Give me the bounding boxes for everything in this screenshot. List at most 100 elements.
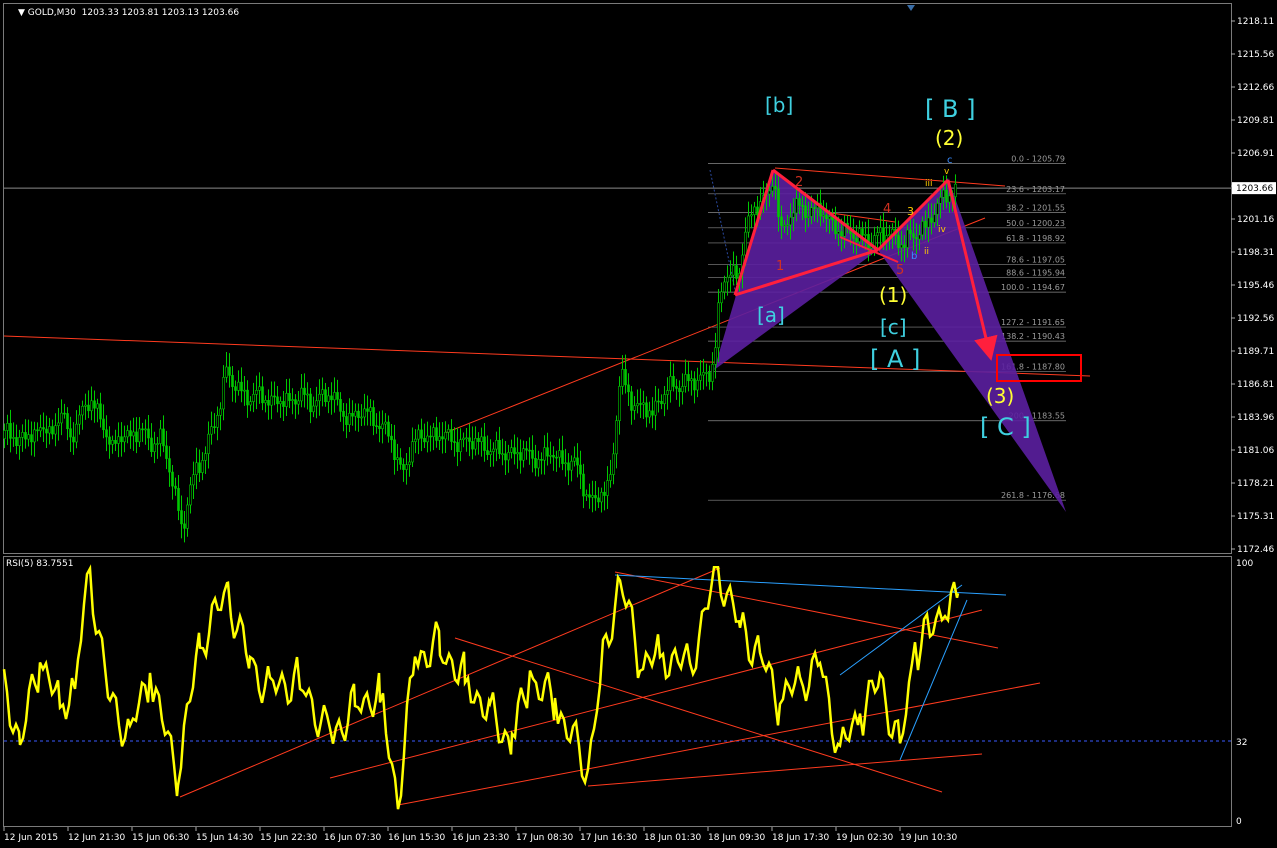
candle-body <box>63 412 66 415</box>
candle-body <box>255 390 258 395</box>
candle-body <box>216 415 219 428</box>
candle-body <box>87 404 90 412</box>
candle-body <box>147 428 150 439</box>
candle-body <box>921 221 924 236</box>
price-axis: 1218.11 1215.56 1212.66 1209.81 1206.91 1203.… <box>1231 17 1274 555</box>
candle-body <box>138 428 141 443</box>
candle-body <box>702 372 705 376</box>
candle-body <box>345 416 348 425</box>
candle-body <box>807 216 810 218</box>
candle-body <box>357 410 360 418</box>
candle-body <box>165 445 168 459</box>
candle-body <box>549 455 552 457</box>
candle-body <box>663 394 666 405</box>
candle-body <box>33 429 36 443</box>
candle-body <box>348 412 351 425</box>
candle-body <box>942 189 945 198</box>
candle-body <box>135 431 138 443</box>
time-tick-label: 16 Jun 07:30 <box>324 833 381 843</box>
candle-body <box>24 432 27 440</box>
candle-body <box>381 423 384 429</box>
candle-body <box>771 186 774 192</box>
trendline-blue[interactable] <box>614 574 1007 596</box>
candle-body <box>627 384 630 393</box>
chart-canvas[interactable]: 1218.11 1215.56 1212.66 1209.81 1206.91 1203.… <box>0 0 1277 848</box>
price-tick-label: 1215.56 <box>1237 50 1274 60</box>
candle-body <box>795 198 798 214</box>
candle-body <box>579 464 582 475</box>
candle-body <box>375 425 378 427</box>
candle-body <box>645 402 648 418</box>
candle-body <box>543 447 546 461</box>
candle-body <box>420 429 423 439</box>
candle-body <box>18 437 21 446</box>
trendline[interactable] <box>774 167 1006 187</box>
candle-body <box>852 233 855 239</box>
candle-body <box>45 428 48 434</box>
candle-body <box>276 396 279 405</box>
candle-body <box>732 265 735 276</box>
candle-body <box>918 234 921 240</box>
candle-body <box>459 439 462 453</box>
time-tick-label: 12 Jun 21:30 <box>68 833 125 843</box>
scroll-marker-icon[interactable] <box>907 5 915 11</box>
fib-level-label: 0.0 - 1205.79 <box>1011 154 1065 163</box>
trendline[interactable] <box>3 335 1091 377</box>
fib-level-label: 88.6 - 1195.94 <box>1006 268 1065 277</box>
trendline[interactable] <box>179 567 721 798</box>
candle-body <box>582 473 585 497</box>
candle-body <box>441 436 444 440</box>
candle-body <box>693 378 696 391</box>
candle-body <box>447 429 450 433</box>
candle-body <box>780 216 783 226</box>
candle-body <box>723 281 726 293</box>
candle-body <box>822 214 825 217</box>
candle-body <box>495 440 498 450</box>
candle-body <box>168 458 171 473</box>
candle-body <box>318 393 321 402</box>
price-tick-label: 1198.31 <box>1237 248 1274 258</box>
candle-body <box>408 461 411 465</box>
candle-body <box>9 423 12 439</box>
price-tick-label: 1218.11 <box>1237 17 1274 27</box>
wave-label-c: [c] <box>880 315 907 339</box>
candle-body <box>825 214 828 220</box>
candle-body <box>93 400 96 409</box>
candle-body <box>228 366 231 376</box>
candle-body <box>153 443 156 452</box>
fib-level-label: 23.6 - 1203.17 <box>1006 185 1065 194</box>
candle-body <box>294 399 297 405</box>
candle-body <box>384 421 387 425</box>
candle-body <box>465 437 468 440</box>
candle-body <box>933 214 936 223</box>
candle-body <box>840 231 843 237</box>
price-tick-label: 1201.16 <box>1237 215 1274 225</box>
candle-body <box>561 450 564 464</box>
candle-body <box>813 207 816 210</box>
candle-body <box>558 450 561 458</box>
trendline-blue[interactable] <box>839 584 963 676</box>
candle-body <box>54 425 57 435</box>
candle-body <box>207 433 210 454</box>
candle-body <box>615 420 618 455</box>
candle-body <box>672 376 675 387</box>
candle-body <box>231 375 234 387</box>
wave-label-A: [ A ] <box>870 345 920 373</box>
price-tick-label: 1195.46 <box>1237 281 1274 291</box>
candle-body <box>120 436 123 443</box>
candle-body <box>78 414 81 425</box>
trendline[interactable] <box>587 753 983 787</box>
candle-body <box>234 386 237 391</box>
candle-body <box>834 219 837 235</box>
candle-body <box>426 435 429 443</box>
candle-body <box>432 427 435 438</box>
candle-body <box>687 374 690 382</box>
candle-body <box>651 410 654 416</box>
candle-body <box>51 426 54 435</box>
price-tick-label: 1186.81 <box>1237 380 1274 390</box>
time-tick-label: 17 Jun 08:30 <box>516 833 573 843</box>
candle-body <box>273 395 276 398</box>
candle-body <box>99 403 102 420</box>
candle-body <box>501 453 504 456</box>
candle-body <box>480 436 483 442</box>
